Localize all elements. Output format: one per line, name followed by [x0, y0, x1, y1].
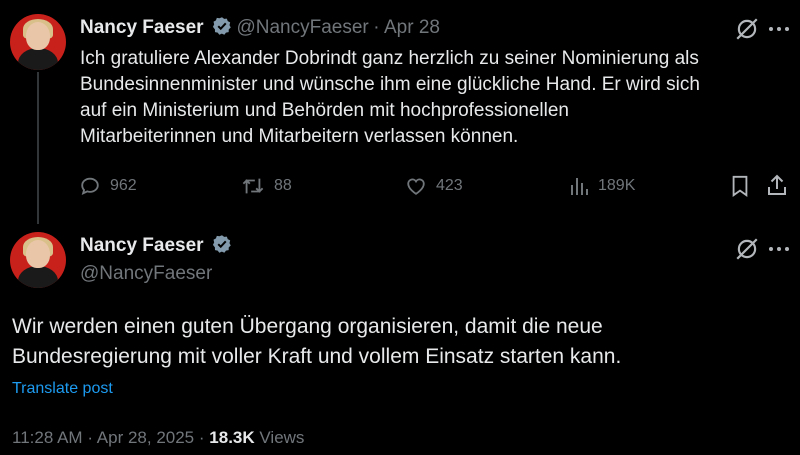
translate-post-link[interactable]: Translate post	[12, 380, 113, 398]
repost-button[interactable]: 88	[240, 174, 292, 198]
author-handle[interactable]: @NancyFaeser	[236, 17, 368, 38]
thread-line	[37, 72, 39, 224]
repost-icon	[242, 178, 264, 194]
tweet-line: Bundesregierung mit voller Kraft und vol…	[12, 345, 622, 368]
reply-count: 962	[110, 177, 137, 194]
reply-button[interactable]: 962	[78, 174, 137, 198]
tweet-line: Wir werden einen guten Übergang organisi…	[12, 315, 603, 338]
author-name[interactable]: Nancy Faeser	[80, 235, 204, 256]
share-icon[interactable]	[766, 173, 788, 202]
views-total: 18.3K	[209, 428, 255, 447]
views-count: 189K	[598, 177, 636, 194]
grok-icon[interactable]	[734, 236, 760, 267]
views-label: Views	[259, 428, 305, 447]
like-button[interactable]: 423	[404, 174, 463, 198]
like-count: 423	[436, 177, 463, 194]
bookmark-icon[interactable]	[730, 175, 750, 202]
grok-icon[interactable]	[734, 16, 760, 47]
more-icon[interactable]	[768, 20, 790, 43]
tweet-date[interactable]: Apr 28	[384, 17, 440, 38]
tweet2-header: Nancy Faeser @NancyFaeser	[80, 234, 232, 285]
author-name[interactable]: Nancy Faeser	[80, 17, 204, 38]
tweet-line: Mitarbeiterinnen und Mitarbeitern verlas…	[80, 126, 519, 147]
avatar[interactable]	[10, 14, 66, 70]
separator-dot: ·	[198, 428, 205, 447]
verified-badge-icon	[212, 16, 232, 41]
tweet1-header: Nancy Faeser @NancyFaeser · Apr 28	[80, 16, 440, 41]
more-icon[interactable]	[768, 240, 790, 263]
tweet-line: auf ein Ministerium und Behörden mit hoc…	[80, 100, 569, 121]
repost-count: 88	[274, 177, 292, 194]
like-icon	[407, 178, 425, 195]
separator-dot: ·	[87, 428, 93, 447]
tweet-line: Ich gratuliere Alexander Dobrindt ganz h…	[80, 48, 699, 69]
tweet1-text: Ich gratuliere Alexander Dobrindt ganz h…	[80, 46, 790, 150]
tweet-meta: 11:28 AM · Apr 28, 2025 · 18.3K Views	[12, 428, 304, 448]
tweet-time[interactable]: 11:28 AM	[12, 428, 83, 447]
reply-icon	[81, 177, 99, 196]
tweet-full-date[interactable]: Apr 28, 2025	[97, 428, 194, 447]
tweet-line: Bundesinnenminister und wünsche ihm eine…	[80, 74, 700, 95]
tweet2-text: Wir werden einen guten Übergang organisi…	[12, 312, 792, 372]
views-icon	[571, 178, 588, 195]
views-button[interactable]: 189K	[568, 174, 635, 198]
separator-dot: ·	[373, 17, 380, 38]
avatar[interactable]	[10, 232, 66, 288]
author-handle[interactable]: @NancyFaeser	[80, 263, 232, 285]
verified-badge-icon	[212, 234, 232, 259]
